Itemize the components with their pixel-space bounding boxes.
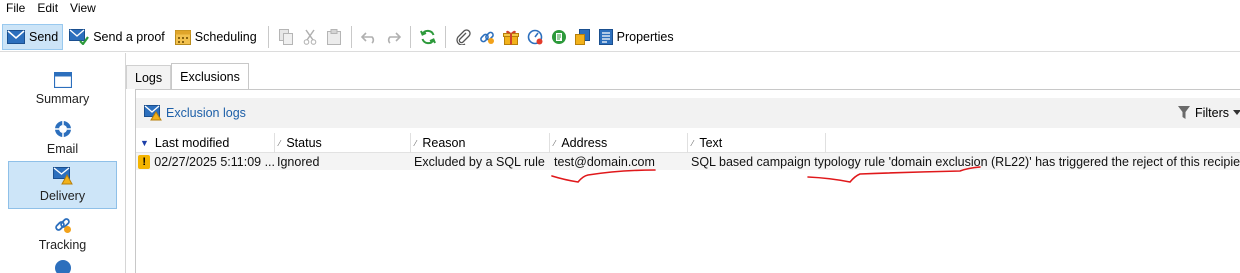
menu-file[interactable]: File [6, 1, 25, 15]
cell-text: SQL based campaign typology rule 'domain… [691, 154, 1240, 169]
delivery-icon [52, 167, 73, 185]
nav-item-delivery[interactable]: Delivery [8, 161, 117, 209]
send-proof-label: Send a proof [93, 29, 165, 44]
toolbar-separator [350, 25, 352, 48]
send-proof-button[interactable]: Send a proof [65, 24, 169, 50]
menu-view[interactable]: View [70, 1, 96, 15]
calendar-icon [174, 29, 191, 45]
nav-item-label: Email [46, 142, 79, 156]
globe-icon [54, 260, 71, 273]
send-label: Send [29, 29, 59, 44]
sort-icon: ⁄ [279, 138, 281, 148]
properties-button[interactable]: Properties [595, 24, 678, 50]
properties-icon [598, 28, 613, 45]
toolbar-separator [409, 25, 411, 48]
undo-icon[interactable] [358, 26, 380, 48]
email-icon [54, 121, 71, 137]
nav-item-label: Tracking [38, 238, 87, 252]
exclusion-logs-icon [144, 105, 162, 121]
column-header-last-modified[interactable]: ▼ Last modified [136, 133, 275, 153]
column-header-reason[interactable]: ⁄ Reason [411, 133, 550, 153]
exclusion-logs-title: Exclusion logs [144, 105, 246, 121]
copy-icon[interactable] [275, 26, 297, 48]
tab-logs[interactable]: Logs [126, 65, 172, 89]
paste-icon[interactable] [323, 26, 345, 48]
nav-item-summary[interactable]: Summary [8, 65, 117, 113]
column-header-status[interactable]: ⁄ Status [275, 133, 411, 153]
column-label: Text [699, 136, 723, 150]
filters-button[interactable]: Filters [1177, 98, 1240, 128]
left-navigation: Summary Email Delivery Tracking [0, 53, 126, 273]
column-label: Last modified [154, 136, 230, 150]
nav-item-label: Delivery [39, 189, 86, 203]
column-label: Status [286, 136, 322, 150]
scheduling-label: Scheduling [194, 29, 257, 44]
link-icon[interactable] [476, 26, 498, 48]
sort-desc-icon: ▼ [140, 138, 149, 148]
menu-edit[interactable]: Edit [37, 1, 58, 15]
column-header-address[interactable]: ⁄ Address [550, 133, 688, 153]
column-label: Address [561, 136, 608, 150]
table-row[interactable]: ! 02/27/2025 5:11:09 ... Ignored Exclude… [136, 153, 1240, 170]
panel-title: Exclusion logs [166, 106, 246, 120]
column-label: Reason [422, 136, 466, 150]
tracking-icon [54, 218, 71, 233]
scheduling-button[interactable]: Scheduling [171, 24, 261, 50]
nav-item-partial[interactable] [8, 259, 117, 273]
nav-item-email[interactable]: Email [8, 114, 117, 162]
toolbar: Send Send a proof Scheduling Properties [0, 22, 1240, 52]
proof-envelope-icon [69, 28, 90, 45]
cell-status: Ignored [277, 154, 320, 169]
tab-exclusions[interactable]: Exclusions [171, 63, 249, 89]
tab-bar: Logs Exclusions [126, 63, 249, 89]
caret-down-icon [1233, 110, 1240, 115]
grid-header: ▼ Last modified ⁄ Status ⁄ Reason ⁄ Addr… [136, 133, 1240, 153]
properties-label: Properties [616, 29, 674, 44]
sort-icon: ⁄ [692, 138, 694, 148]
exclusions-panel: Exclusion logs Filters ▼ Last modified ⁄… [135, 89, 1240, 273]
toolbar-separator [267, 25, 269, 48]
panel-header: Exclusion logs Filters [136, 98, 1240, 128]
gift-icon[interactable] [500, 26, 522, 48]
nav-item-label: Summary [35, 92, 90, 106]
redo-icon[interactable] [382, 26, 404, 48]
sort-icon: ⁄ [415, 138, 417, 148]
last-modified-value: 02/27/2025 5:11:09 ... [154, 154, 275, 169]
refresh-icon[interactable] [417, 26, 439, 48]
menu-bar: File Edit View [0, 0, 1240, 16]
cell-address: test@domain.com [554, 154, 655, 169]
toolbar-separator [444, 25, 446, 48]
column-header-text[interactable]: ⁄ Text [688, 133, 826, 153]
document-check-icon[interactable] [548, 26, 570, 48]
nav-item-tracking[interactable]: Tracking [8, 210, 117, 258]
sort-icon: ⁄ [554, 138, 556, 148]
envelope-icon [7, 29, 25, 44]
cut-icon[interactable] [299, 26, 321, 48]
delivery-settings-icon[interactable] [572, 26, 594, 48]
funnel-icon [1177, 106, 1190, 119]
cell-last-modified: ! 02/27/2025 5:11:09 ... [136, 153, 275, 170]
cell-reason: Excluded by a SQL rule [414, 154, 545, 169]
filters-label: Filters [1194, 106, 1229, 120]
send-button[interactable]: Send [2, 23, 64, 50]
gauge-icon[interactable] [524, 26, 546, 48]
warning-icon: ! [138, 154, 151, 169]
summary-icon [53, 72, 72, 88]
attachment-icon[interactable] [452, 26, 474, 48]
